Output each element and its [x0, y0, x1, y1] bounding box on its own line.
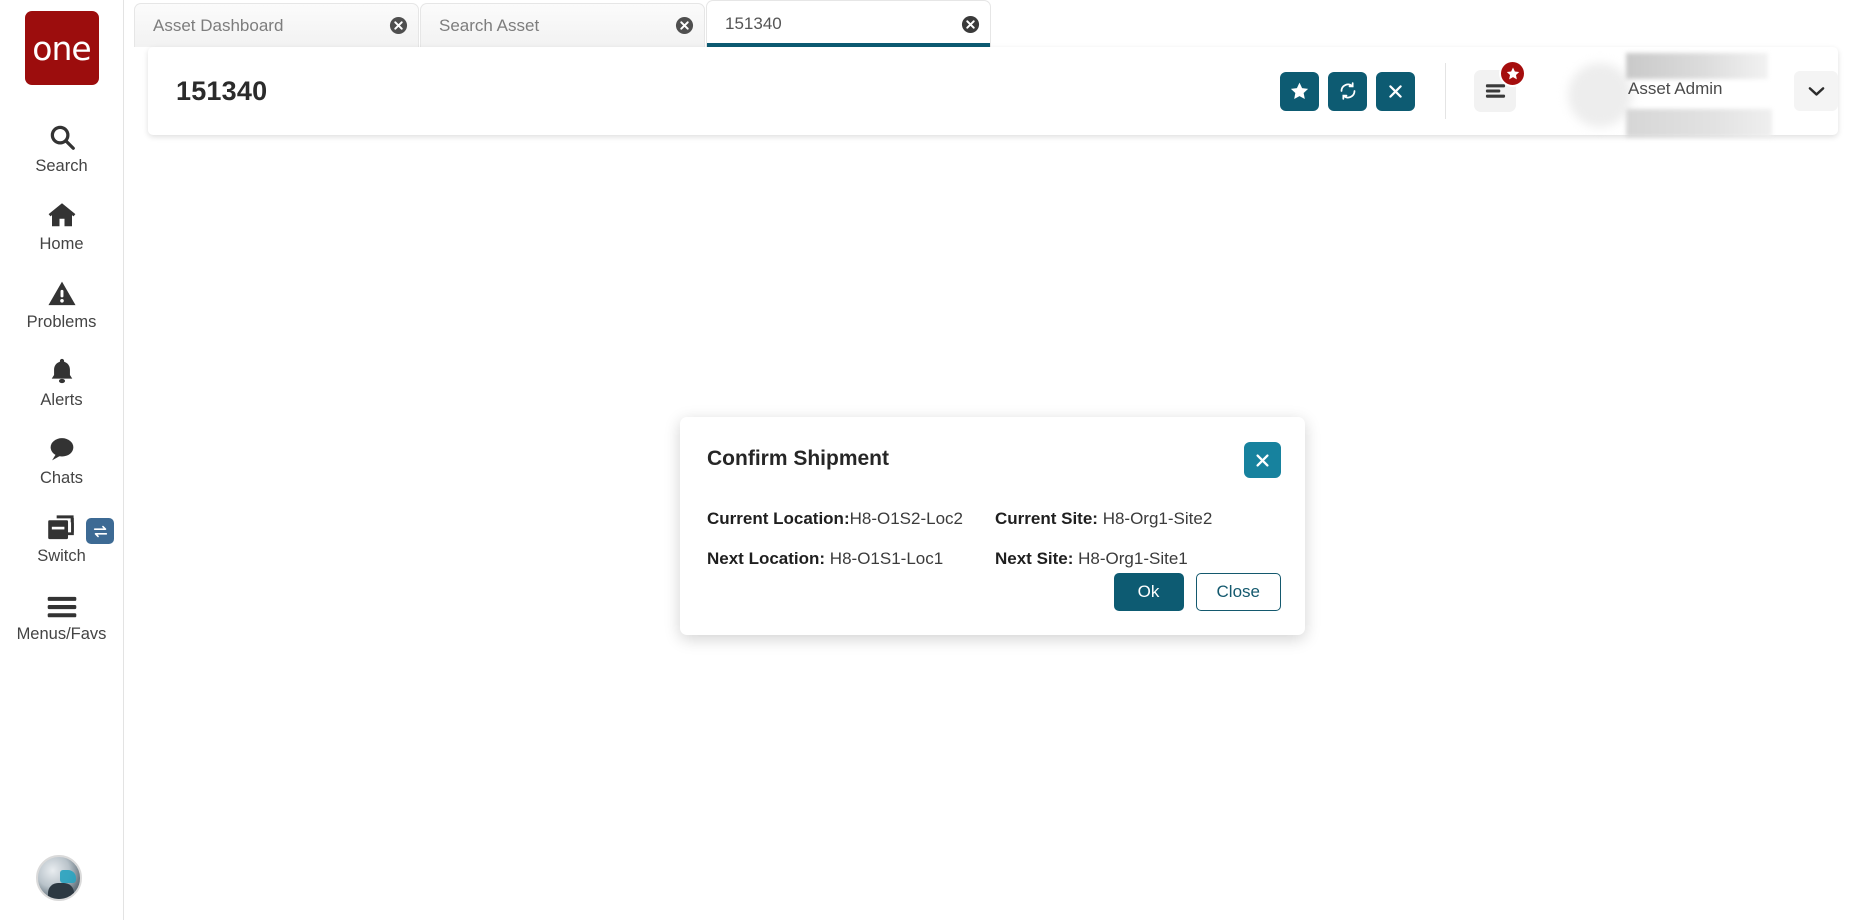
field-current-site: Current Site: H8-Org1-Site2: [995, 509, 1277, 529]
app-root: one Search Home Problems Alerts Chats Sw…: [0, 0, 1861, 920]
dialog-field-grid: Current Location:H8-O1S2-Loc2 Current Si…: [707, 509, 1277, 569]
tab-151340[interactable]: 151340: [706, 0, 991, 47]
chevron-down-icon[interactable]: [1794, 71, 1838, 111]
favorite-button[interactable]: [1280, 71, 1319, 111]
close-dialog-button[interactable]: Close: [1195, 573, 1281, 611]
redacted-block-top: [1626, 53, 1768, 79]
close-circle-icon[interactable]: [378, 16, 418, 35]
avatar: [1568, 63, 1632, 127]
tab-asset-dashboard[interactable]: Asset Dashboard: [134, 3, 419, 47]
user-profile-zone[interactable]: Asset Admin: [1568, 47, 1838, 137]
field-label: Next Site:: [995, 549, 1079, 568]
dialog-close-button[interactable]: [1244, 442, 1281, 478]
sidebar-item-menus-favs[interactable]: Menus/Favs: [0, 575, 123, 653]
sidebar-item-search[interactable]: Search: [0, 107, 123, 185]
dialog-actions: Ok Close: [1113, 573, 1281, 611]
header-divider: [1445, 63, 1446, 119]
field-value: H8-O1S2-Loc2: [849, 509, 963, 528]
tab-label: Asset Dashboard: [153, 15, 284, 35]
sidebar-item-label: Search: [35, 156, 88, 175]
field-next-location: Next Location: H8-O1S1-Loc1: [707, 549, 995, 569]
field-label: Current Site:: [995, 509, 1103, 528]
copy-windows-icon: [45, 508, 78, 542]
chat-bubble-icon: [46, 430, 77, 464]
page-title: 151340: [176, 75, 268, 106]
field-value: H8-Org1-Site1: [1078, 549, 1188, 568]
field-value: H8-O1S1-Loc1: [829, 549, 944, 568]
close-circle-icon[interactable]: [664, 16, 704, 35]
user-name-label: Asset Admin: [1628, 79, 1723, 98]
refresh-button[interactable]: [1328, 71, 1367, 111]
field-label: Current Location:: [707, 509, 850, 528]
field-current-location: Current Location:H8-O1S2-Loc2: [707, 509, 995, 529]
sidebar-item-label: Menus/Favs: [16, 624, 107, 643]
dialog-title: Confirm Shipment: [707, 447, 889, 470]
header-action-group: [1280, 71, 1415, 111]
swap-arrows-icon[interactable]: [86, 518, 114, 544]
sidebar-item-switch[interactable]: Switch: [0, 497, 123, 575]
ok-button[interactable]: Ok: [1113, 573, 1184, 611]
star-badge-icon: [1499, 60, 1526, 87]
tab-search-asset[interactable]: Search Asset: [420, 3, 705, 47]
search-icon: [47, 118, 77, 152]
sidebar-item-alerts[interactable]: Alerts: [0, 341, 123, 419]
close-circle-icon[interactable]: [950, 15, 990, 34]
close-button[interactable]: [1376, 71, 1415, 111]
page-header-card: 151340 Asset Admin: [148, 47, 1838, 137]
sidebar-nav-list: Search Home Problems Alerts Chats Switch…: [0, 107, 123, 653]
tab-strip: Asset Dashboard Search Asset 151340: [134, 0, 1134, 47]
field-value: H8-Org1-Site2: [1102, 509, 1213, 528]
home-icon: [46, 196, 78, 230]
brand-logo-text: one: [32, 28, 91, 68]
tab-label: Search Asset: [439, 15, 540, 35]
sidebar-item-label: Alerts: [40, 390, 83, 409]
sidebar-item-problems[interactable]: Problems: [0, 263, 123, 341]
sidebar-item-label: Home: [39, 234, 84, 253]
sidebar-item-home[interactable]: Home: [0, 185, 123, 263]
sidebar-item-label: Switch: [37, 546, 86, 565]
field-next-site: Next Site: H8-Org1-Site1: [995, 549, 1277, 569]
confirm-shipment-dialog: Confirm Shipment Current Location:H8-O1S…: [680, 417, 1305, 635]
bell-icon: [48, 352, 76, 386]
sidebar-item-label: Chats: [39, 468, 84, 487]
sidebar-item-label: Problems: [26, 312, 97, 331]
tab-label: 151340: [725, 14, 782, 33]
field-label: Next Location:: [707, 549, 830, 568]
header-menu-wrap: [1474, 60, 1526, 112]
hamburger-icon: [46, 586, 78, 620]
user-avatar-icon[interactable]: [36, 855, 82, 901]
left-sidebar: one Search Home Problems Alerts Chats Sw…: [0, 0, 124, 920]
brand-logo[interactable]: one: [24, 11, 99, 85]
sidebar-item-chats[interactable]: Chats: [0, 419, 123, 497]
warning-triangle-icon: [47, 274, 77, 308]
redacted-block-bottom: [1626, 109, 1772, 137]
